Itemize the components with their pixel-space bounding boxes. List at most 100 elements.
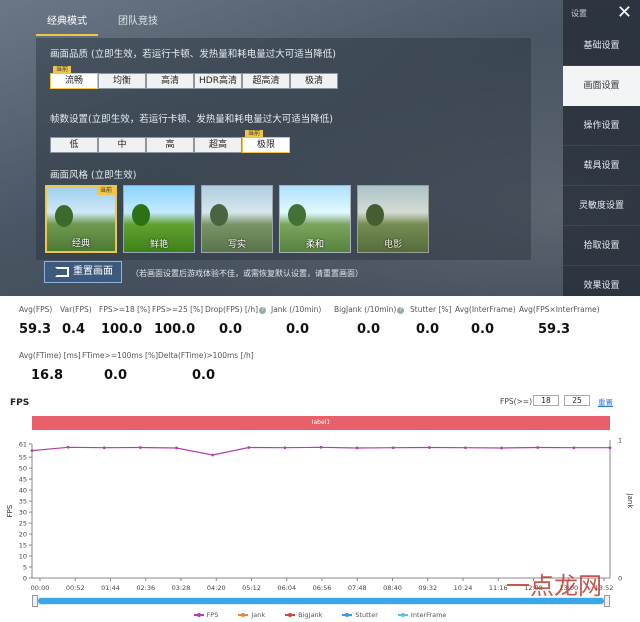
fps-threshold-input-1[interactable]: 18: [533, 395, 559, 406]
fps-chart-title: FPS: [10, 398, 30, 408]
current-tag: 当前: [53, 66, 72, 74]
tab-team-deathmatch[interactable]: 团队竞技: [108, 12, 168, 32]
fps-data-point: [66, 445, 70, 449]
metric-value: 16.8: [31, 368, 64, 383]
fps-data-point: [247, 446, 251, 449]
quality-options: 当前 流畅 均衡 高清 HDR高清 超高清 极清: [50, 66, 338, 89]
legend-label: BigJank: [298, 611, 323, 619]
legend-item[interactable]: Stutter: [342, 611, 378, 619]
y-tick-label: 40: [19, 487, 27, 495]
y-tick-label: 25: [19, 520, 27, 528]
legend-swatch: [342, 613, 353, 617]
x-tick-label: 02:36: [136, 584, 155, 592]
quality-option[interactable]: 均衡: [98, 73, 146, 89]
y-tick-label: 5: [23, 564, 27, 572]
y2-tick-label: 1: [618, 437, 622, 445]
x-tick-label: 08:40: [383, 584, 402, 592]
metric-label: FPS>=18 [%]: [99, 305, 151, 314]
tab-classic-mode[interactable]: 经典模式: [36, 12, 98, 36]
fps-data-point: [319, 445, 323, 449]
x-tick-label: 09:32: [418, 584, 437, 592]
sidebar-item-controls[interactable]: 操作设置: [563, 106, 640, 146]
x-tick-label: 04:20: [207, 584, 226, 592]
fps-option[interactable]: 当前 极限: [242, 130, 290, 153]
legend-item[interactable]: FPS: [193, 611, 218, 619]
legend-swatch: [285, 613, 296, 617]
quality-option[interactable]: 极清: [290, 73, 338, 89]
style-option-thumbnail[interactable]: 柔和: [279, 185, 351, 253]
fps-data-point: [391, 446, 395, 450]
metric-value: 100.0: [101, 322, 143, 337]
sidebar-item-vehicle[interactable]: 载具设置: [563, 146, 640, 186]
fps-option[interactable]: 高: [146, 137, 194, 153]
scroll-handle-left[interactable]: [32, 595, 38, 607]
metric-value: 0.0: [219, 322, 243, 337]
metric-value: 0.0: [104, 368, 128, 383]
metric-label: Stutter [%]: [410, 305, 452, 314]
close-icon[interactable]: ✕: [617, 4, 632, 22]
legend-item[interactable]: BigJank: [285, 611, 322, 619]
style-option-thumbnail[interactable]: 鲜艳: [123, 185, 195, 253]
fps-threshold-input-2[interactable]: 25: [564, 395, 590, 406]
x-tick-label: 00:52: [66, 584, 85, 592]
y2-axis-label: Jank: [626, 493, 634, 510]
fps-data-point: [355, 446, 359, 450]
fps-data-point: [30, 449, 34, 452]
fps-filter-label: FPS(>=): [500, 397, 533, 406]
legend-swatch: [397, 613, 408, 617]
legend-label: InterFrame: [410, 611, 447, 619]
x-tick-label: 00:00: [31, 584, 50, 592]
fps-data-point: [500, 446, 504, 450]
style-hint: 画面风格 (立即生效): [50, 170, 137, 181]
style-option-thumbnail[interactable]: 写实: [201, 185, 273, 253]
metric-label: Delta(FTime)>100ms [/h]: [158, 351, 254, 360]
y-tick-label: 55: [19, 454, 27, 462]
legend-label: Jank: [251, 611, 266, 619]
fps-data-point: [102, 446, 106, 450]
sidebar-item-pickup[interactable]: 拾取设置: [563, 226, 640, 266]
quality-option[interactable]: 高清: [146, 73, 194, 89]
metric-label: Avg(FPS×InterFrame): [519, 305, 600, 314]
game-settings-panel: 经典模式 团队竞技 画面品质 (立即生效，若运行卡顿、发热量和耗电量过大可适当降…: [0, 0, 640, 296]
x-tick-label: 01:44: [101, 584, 120, 592]
label-bar: label1: [32, 416, 610, 430]
fps-option[interactable]: 低: [50, 137, 98, 153]
legend-item[interactable]: InterFrame: [397, 611, 447, 619]
reset-icon: [55, 267, 69, 277]
metric-value: 0.0: [286, 322, 310, 337]
legend-label: Stutter: [355, 611, 378, 619]
metric-value: 100.0: [154, 322, 196, 337]
y-tick-label: 15: [19, 542, 27, 550]
legend-item[interactable]: Jank: [238, 611, 265, 619]
metric-label: Avg(InterFrame): [455, 305, 516, 314]
style-option-thumbnail[interactable]: 当前 经典: [45, 185, 117, 253]
reset-link[interactable]: 重置: [598, 397, 613, 408]
metric-label: FTime>=100ms [%]: [82, 351, 158, 360]
x-tick-label: 10:24: [454, 584, 473, 592]
y-tick-label: 30: [19, 509, 27, 517]
scroll-handle-right[interactable]: [604, 595, 610, 607]
watermark: 一点龙网: [506, 572, 602, 600]
quality-option[interactable]: HDR高清: [194, 73, 242, 89]
sidebar-item-basic[interactable]: 基础设置: [563, 26, 640, 66]
style-option-thumbnail[interactable]: 电影: [357, 185, 429, 253]
chart-legend: FPS Jank BigJank Stutter InterFrame: [0, 611, 640, 619]
metric-value: 0.0: [192, 368, 216, 383]
metric-value: 59.3: [19, 322, 52, 337]
help-icon[interactable]: ?: [259, 306, 267, 314]
sidebar-item-effects[interactable]: 效果设置: [563, 266, 640, 296]
fps-option[interactable]: 中: [98, 137, 146, 153]
metric-label: Drop(FPS) [/h]?: [205, 305, 267, 314]
reset-graphics-button[interactable]: 重置画面: [44, 261, 122, 283]
quality-option[interactable]: 超高清: [242, 73, 290, 89]
y2-tick-label: 0: [618, 575, 622, 583]
fps-options: 低 中 高 超高 当前 极限: [50, 130, 290, 153]
quality-option[interactable]: 当前 流畅: [50, 66, 98, 89]
style-options: 当前 经典 鲜艳 写实 柔和 电影: [45, 185, 435, 253]
sidebar-item-graphics[interactable]: 画面设置: [563, 66, 640, 106]
fps-option[interactable]: 超高: [194, 137, 242, 153]
y-tick-label: 45: [19, 476, 27, 484]
help-icon[interactable]: ?: [397, 306, 405, 314]
fps-data-point: [283, 446, 287, 450]
sidebar-item-sensitivity[interactable]: 灵敏度设置: [563, 186, 640, 226]
